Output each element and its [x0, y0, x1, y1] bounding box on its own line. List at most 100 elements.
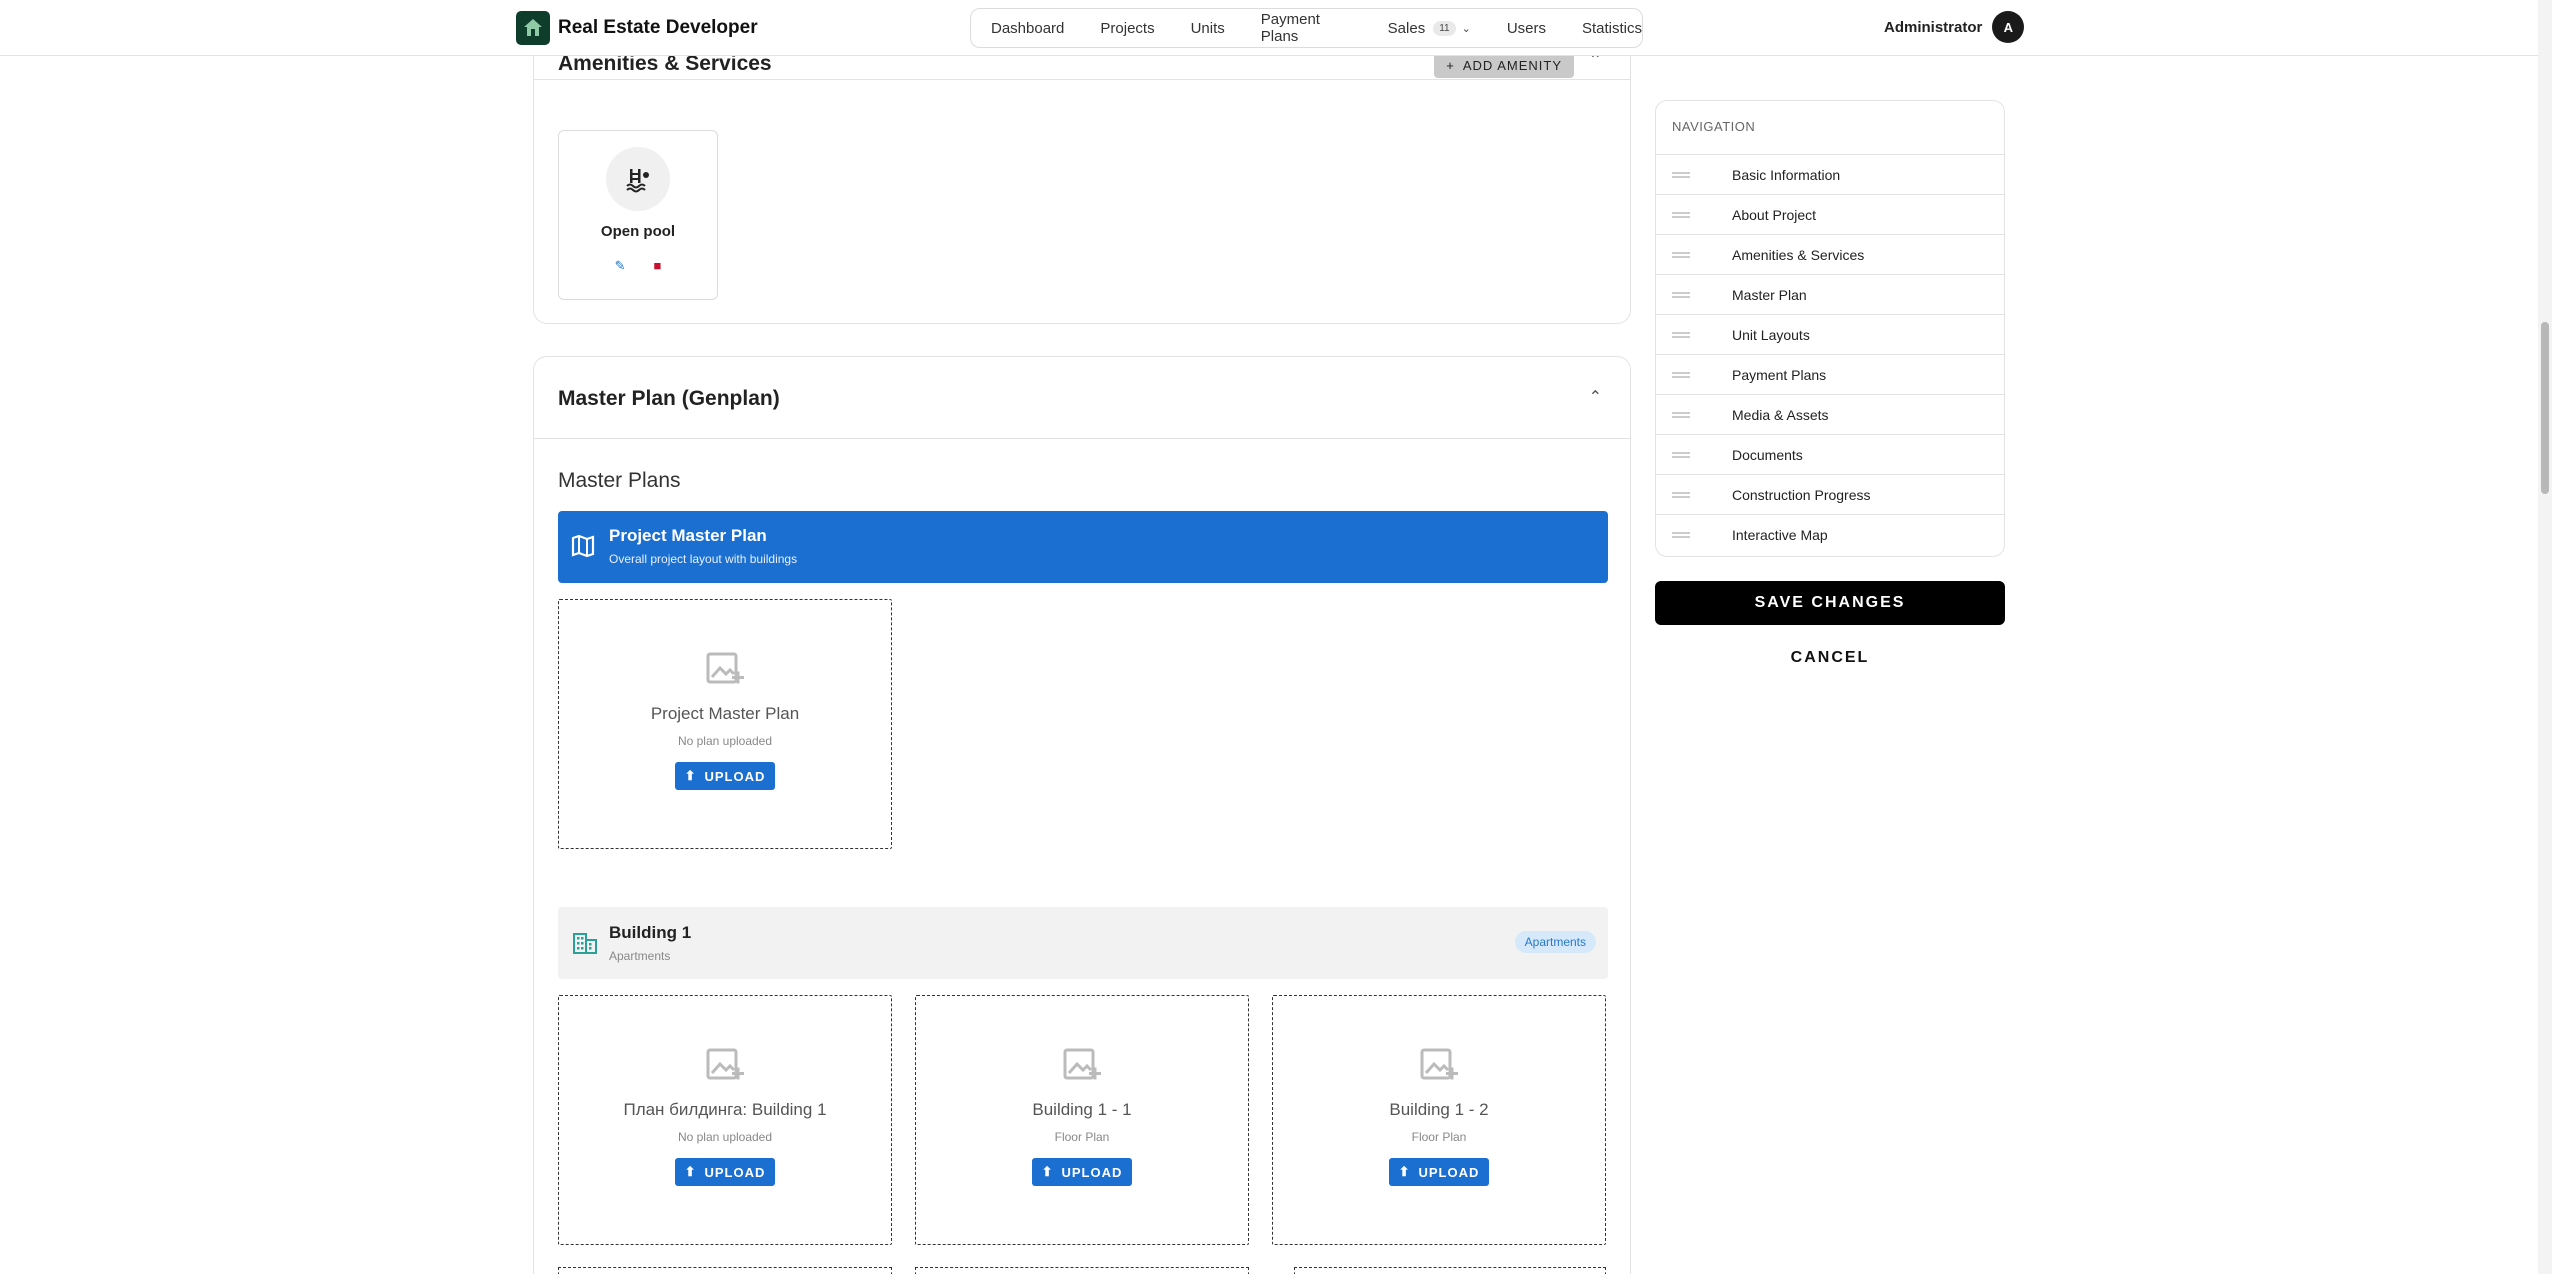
sidenav-item-payment-plans[interactable]: Payment Plans: [1656, 355, 2004, 395]
drag-handle-icon[interactable]: [1672, 492, 1690, 498]
banner-title: Project Master Plan: [609, 526, 767, 545]
upload-icon: ⬆: [684, 1164, 697, 1179]
upload-icon: ⬆: [1398, 1164, 1411, 1179]
cancel-button[interactable]: CANCEL: [1655, 640, 2005, 676]
delete-trash-icon[interactable]: ■: [654, 258, 662, 274]
drag-handle-icon[interactable]: [1672, 372, 1690, 378]
master-plan-section: Master Plan (Genplan) ⌃ Master Plans Pro…: [533, 356, 1631, 1274]
drag-handle-icon[interactable]: [1672, 532, 1690, 538]
building-icon: [572, 931, 598, 960]
sidenav-label: Unit Layouts: [1732, 326, 1810, 343]
building-type-badge: Apartments: [1514, 931, 1596, 953]
upload-label: UPLOAD: [1418, 1164, 1480, 1180]
brand-name: Real Estate Developer: [558, 17, 758, 38]
user-menu[interactable]: Administrator A: [1884, 11, 2538, 43]
upload-button[interactable]: ⬆ UPLOAD: [675, 1158, 775, 1186]
drag-handle-icon[interactable]: [1672, 452, 1690, 458]
sidenav-label: Amenities & Services: [1732, 246, 1865, 263]
upload-button[interactable]: ⬆ UPLOAD: [675, 762, 775, 790]
sidenav-item-media-assets[interactable]: Media & Assets: [1656, 395, 2004, 435]
section-navigation: NAVIGATION Basic Information About Proje…: [1655, 100, 2005, 557]
sidenav-label: Payment Plans: [1732, 366, 1827, 383]
collapse-chevron-up-icon[interactable]: ⌃: [1589, 387, 1602, 407]
project-master-plan-banner: Project Master Plan Overall project layo…: [558, 511, 1608, 583]
add-image-icon: [704, 1046, 746, 1088]
floor-plan-dropzone[interactable]: Building 1 - 2 Floor Plan ⬆ UPLOAD: [1272, 995, 1606, 1245]
sidenav-label: About Project: [1732, 206, 1817, 223]
sidenav-item-basic-information[interactable]: Basic Information: [1656, 155, 2004, 195]
upload-label: UPLOAD: [1061, 1164, 1123, 1180]
edit-pencil-icon[interactable]: ✎: [615, 258, 626, 274]
add-amenity-label: ADD AMENITY: [1462, 57, 1562, 73]
drag-handle-icon[interactable]: [1672, 252, 1690, 258]
plus-icon: +: [1446, 57, 1455, 73]
add-image-icon: [704, 650, 746, 692]
save-changes-button[interactable]: SAVE CHANGES: [1655, 581, 2005, 625]
chevron-down-icon: ⌄: [1461, 22, 1471, 35]
nav-dashboard[interactable]: Dashboard: [991, 20, 1064, 37]
drag-handle-icon[interactable]: [1672, 332, 1690, 338]
upload-button[interactable]: ⬆ UPLOAD: [1389, 1158, 1489, 1186]
scrollbar-track[interactable]: [2538, 0, 2552, 1274]
sidenav-item-documents[interactable]: Documents: [1656, 435, 2004, 475]
main-nav: Dashboard Projects Units Payment Plans S…: [970, 8, 1643, 48]
master-plan-title: Master Plan (Genplan): [558, 387, 780, 410]
brand[interactable]: Real Estate Developer: [516, 11, 758, 45]
building-plan-dropzone[interactable]: План билдинга: Building 1 No plan upload…: [558, 995, 892, 1245]
sidenav-item-master-plan[interactable]: Master Plan: [1656, 275, 2004, 315]
sales-count-badge: 11: [1433, 20, 1456, 36]
nav-units[interactable]: Units: [1191, 20, 1225, 37]
upload-label: UPLOAD: [704, 768, 766, 784]
building-title: Building 1: [609, 923, 692, 942]
plan-title: Building 1 - 2: [1389, 1100, 1489, 1119]
avatar[interactable]: A: [1992, 11, 2025, 43]
sidenav-item-interactive-map[interactable]: Interactive Map: [1656, 515, 2004, 555]
drag-handle-icon[interactable]: [1672, 172, 1690, 178]
sidenav-item-construction-progress[interactable]: Construction Progress: [1656, 475, 2004, 515]
next-row-dropzone-partial: [1294, 1267, 1606, 1274]
plan-status: Floor Plan: [1054, 1130, 1110, 1144]
scrollbar-thumb[interactable]: [2541, 322, 2549, 494]
sidenav-label: Interactive Map: [1732, 527, 1828, 543]
sidenav-label: Media & Assets: [1732, 406, 1829, 423]
nav-sales[interactable]: Sales 11 ⌄: [1388, 20, 1471, 37]
nav-users[interactable]: Users: [1507, 20, 1546, 37]
master-plans-subheading: Master Plans: [558, 469, 681, 492]
plan-status: Floor Plan: [1411, 1130, 1467, 1144]
amenities-section: Amenities & Services + ADD AMENITY ⌃ Ope…: [533, 30, 1631, 324]
nav-statistics[interactable]: Statistics: [1582, 20, 1642, 37]
sidenav-title: NAVIGATION: [1656, 101, 2004, 155]
plan-status: No plan uploaded: [677, 734, 773, 748]
sidenav-label: Documents: [1732, 446, 1803, 463]
add-image-icon: [1418, 1046, 1460, 1088]
sidenav-label: Master Plan: [1732, 286, 1807, 303]
plan-title: Building 1 - 1: [1032, 1100, 1132, 1119]
user-name: Administrator: [1884, 18, 1983, 36]
banner-subtitle: Overall project layout with buildings: [609, 552, 798, 566]
upload-button[interactable]: ⬆ UPLOAD: [1032, 1158, 1132, 1186]
sidenav-item-unit-layouts[interactable]: Unit Layouts: [1656, 315, 2004, 355]
master-plan-header: Master Plan (Genplan) ⌃: [534, 357, 1630, 439]
sidenav-item-amenities[interactable]: Amenities & Services: [1656, 235, 2004, 275]
upload-icon: ⬆: [1041, 1164, 1054, 1179]
sidenav-label: Construction Progress: [1732, 486, 1871, 503]
sidenav-label: Basic Information: [1732, 166, 1841, 183]
nav-payment-plans[interactable]: Payment Plans: [1261, 11, 1352, 45]
upload-icon: ⬆: [684, 768, 697, 783]
floor-plan-dropzone[interactable]: Building 1 - 1 Floor Plan ⬆ UPLOAD: [915, 995, 1249, 1245]
drag-handle-icon[interactable]: [1672, 212, 1690, 218]
drag-handle-icon[interactable]: [1672, 292, 1690, 298]
amenity-card: Open pool ✎ ■: [558, 130, 718, 300]
project-master-plan-dropzone[interactable]: Project Master Plan No plan uploaded ⬆ U…: [558, 599, 892, 849]
drag-handle-icon[interactable]: [1672, 412, 1690, 418]
amenity-name: Open pool: [600, 223, 676, 240]
upload-label: UPLOAD: [704, 1164, 766, 1180]
nav-projects[interactable]: Projects: [1100, 20, 1154, 37]
nav-sales-label: Sales: [1387, 19, 1426, 37]
building-subtitle: Apartments: [609, 949, 671, 963]
pool-icon: [606, 147, 670, 211]
next-row-dropzone-partial: [558, 1267, 892, 1274]
amenity-actions: ✎ ■: [559, 258, 717, 274]
sidenav-item-about-project[interactable]: About Project: [1656, 195, 2004, 235]
brand-logo-icon: [516, 11, 550, 45]
